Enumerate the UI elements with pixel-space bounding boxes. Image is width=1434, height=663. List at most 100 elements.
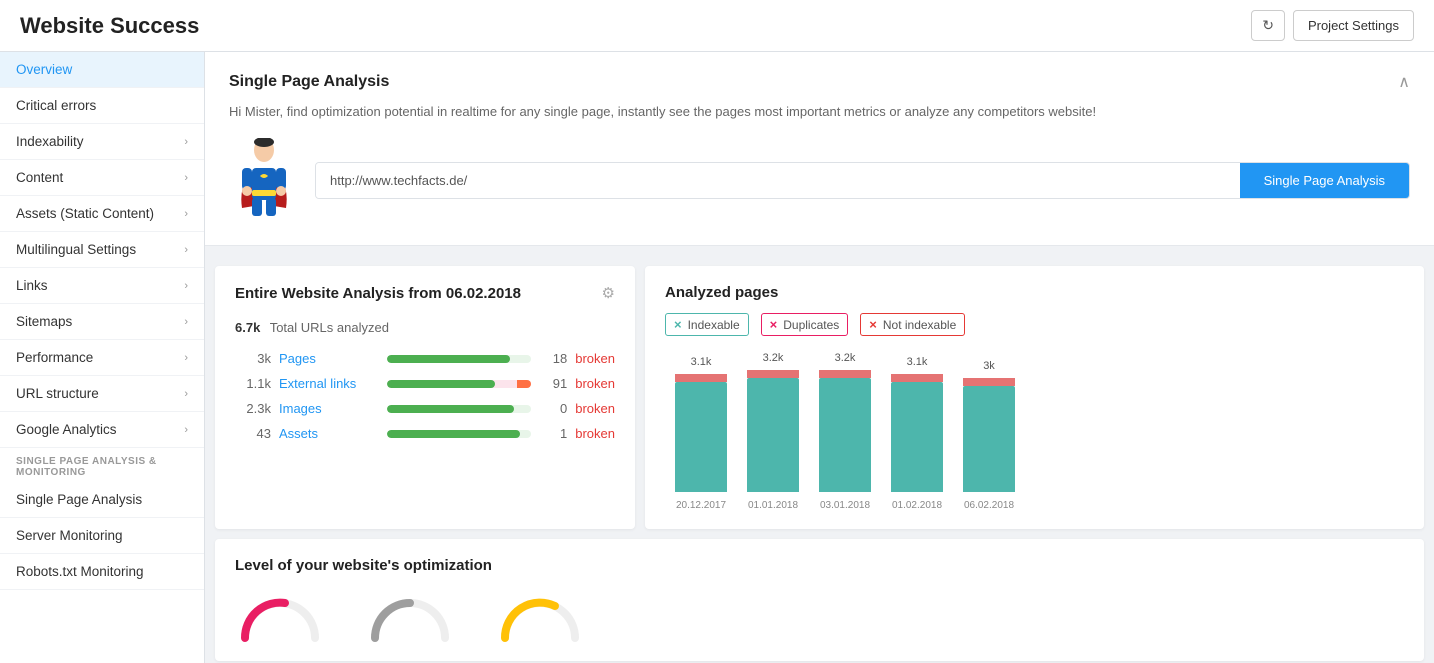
bar-date: 01.01.2018: [748, 500, 798, 511]
sidebar-item-label: Google Analytics: [16, 422, 117, 437]
legend-label: Indexable: [688, 318, 740, 332]
chevron-down-icon: ›: [184, 316, 188, 328]
stat-row-assets: 43 Assets 1 broken: [235, 426, 615, 441]
main-content: Single Page Analysis ∧ Hi Mister, find o…: [205, 52, 1434, 663]
bar-teal: [963, 386, 1015, 492]
sidebar-item-links[interactable]: Links ›: [0, 268, 204, 304]
chevron-down-icon: ›: [184, 352, 188, 364]
project-settings-button[interactable]: Project Settings: [1293, 10, 1414, 41]
stat-images-link[interactable]: Images: [279, 401, 379, 416]
bar-col-1: 3.1k 20.12.2017: [675, 356, 727, 511]
section-title: Single Page Analysis: [229, 73, 389, 91]
bar-col-5: 3k 06.02.2018: [963, 360, 1015, 511]
sidebar-item-critical-errors[interactable]: Critical errors: [0, 88, 204, 124]
two-column-section: Entire Website Analysis from 06.02.2018 …: [205, 256, 1434, 539]
stat-assets-link[interactable]: Assets: [279, 426, 379, 441]
refresh-button[interactable]: ↻: [1251, 10, 1285, 41]
bar-label: 3.1k: [907, 356, 928, 368]
bar-label: 3.2k: [835, 352, 856, 364]
sidebar-item-overview[interactable]: Overview: [0, 52, 204, 88]
bar-date: 06.02.2018: [964, 500, 1014, 511]
single-page-analysis-card: Single Page Analysis ∧ Hi Mister, find o…: [205, 52, 1434, 246]
legend-label: Duplicates: [783, 318, 839, 332]
sidebar-item-robots-monitoring[interactable]: Robots.txt Monitoring: [0, 554, 204, 590]
sidebar-item-label: Single Page Analysis: [16, 492, 142, 507]
broken-link[interactable]: broken: [575, 376, 615, 391]
stat-num: 43: [235, 426, 271, 441]
stat-row-images: 2.3k Images 0 broken: [235, 401, 615, 416]
legend-x-icon: ×: [770, 317, 778, 332]
stat-bar: [387, 380, 531, 388]
header-actions: ↻ Project Settings: [1251, 10, 1414, 41]
gauge-2: [365, 588, 455, 643]
legend-duplicates[interactable]: × Duplicates: [761, 313, 849, 336]
bar-teal: [675, 382, 727, 492]
analyzed-pages-card: Analyzed pages × Indexable × Duplicates …: [645, 266, 1424, 529]
broken-num: 1: [539, 426, 567, 441]
sidebar-item-google-analytics[interactable]: Google Analytics ›: [0, 412, 204, 448]
bar-label: 3.2k: [763, 352, 784, 364]
analyzed-pages-title: Analyzed pages: [665, 284, 1404, 301]
stat-bar: [387, 430, 531, 438]
legend-not-indexable[interactable]: × Not indexable: [860, 313, 965, 336]
broken-link[interactable]: broken: [575, 401, 615, 416]
sidebar-item-label: Server Monitoring: [16, 528, 123, 543]
sidebar-item-single-page-analysis[interactable]: Single Page Analysis: [0, 482, 204, 518]
bar-date: 03.01.2018: [820, 500, 870, 511]
stat-bar: [387, 405, 531, 413]
bar-red: [675, 374, 727, 382]
bar-teal: [819, 378, 871, 492]
stat-pages-link[interactable]: Pages: [279, 351, 379, 366]
broken-link[interactable]: broken: [575, 426, 615, 441]
sidebar-item-url-structure[interactable]: URL structure ›: [0, 376, 204, 412]
sidebar-item-multilingual[interactable]: Multilingual Settings ›: [0, 232, 204, 268]
stat-row-pages: 3k Pages 18 broken: [235, 351, 615, 366]
sidebar: Overview Critical errors Indexability › …: [0, 52, 205, 663]
sidebar-section-label: SINGLE PAGE ANALYSIS & MONITORING: [0, 448, 204, 482]
sidebar-item-label: URL structure: [16, 386, 99, 401]
gauge-1: [235, 588, 325, 643]
gauge-svg-3: [495, 588, 585, 643]
bar-teal: [747, 378, 799, 492]
stat-num: 2.3k: [235, 401, 271, 416]
sidebar-item-performance[interactable]: Performance ›: [0, 340, 204, 376]
stat-extlinks-link[interactable]: External links: [279, 376, 379, 391]
sidebar-item-server-monitoring[interactable]: Server Monitoring: [0, 518, 204, 554]
total-urls-label: Total URLs analyzed: [270, 320, 389, 335]
chevron-down-icon: ›: [184, 208, 188, 220]
bar-chart: 3.1k 20.12.2017 3.2k: [665, 352, 1404, 511]
gear-icon[interactable]: ⚙: [602, 284, 615, 302]
legend-indexable[interactable]: × Indexable: [665, 313, 749, 336]
bar-col-2: 3.2k 01.01.2018: [747, 352, 799, 511]
sidebar-item-indexability[interactable]: Indexability ›: [0, 124, 204, 160]
sidebar-item-label: Assets (Static Content): [16, 206, 154, 221]
website-analysis-card: Entire Website Analysis from 06.02.2018 …: [215, 266, 635, 529]
bar-teal: [891, 382, 943, 492]
sidebar-item-sitemaps[interactable]: Sitemaps ›: [0, 304, 204, 340]
chevron-down-icon: ›: [184, 424, 188, 436]
bar-col-3: 3.2k 03.01.2018: [819, 352, 871, 511]
section-description: Hi Mister, find optimization potential i…: [229, 104, 1410, 119]
stat-num: 3k: [235, 351, 271, 366]
broken-num: 0: [539, 401, 567, 416]
spa-row: Single Page Analysis: [229, 135, 1410, 225]
bar-date: 01.02.2018: [892, 500, 942, 511]
collapse-button[interactable]: ∧: [1398, 72, 1410, 92]
sidebar-item-label: Robots.txt Monitoring: [16, 564, 144, 579]
stat-bar: [387, 355, 531, 363]
optimization-section: Level of your website's optimization: [215, 539, 1424, 661]
broken-link[interactable]: broken: [575, 351, 615, 366]
sidebar-item-label: Multilingual Settings: [16, 242, 136, 257]
chevron-down-icon: ›: [184, 136, 188, 148]
sidebar-item-content[interactable]: Content ›: [0, 160, 204, 196]
app-title: Website Success: [20, 13, 199, 39]
chevron-down-icon: ›: [184, 280, 188, 292]
spa-analyze-button[interactable]: Single Page Analysis: [1240, 163, 1409, 198]
sidebar-item-assets[interactable]: Assets (Static Content) ›: [0, 196, 204, 232]
spa-url-input[interactable]: [316, 163, 1240, 198]
bar-label: 3.1k: [691, 356, 712, 368]
legend-label: Not indexable: [883, 318, 956, 332]
sidebar-item-label: Content: [16, 170, 63, 185]
section-header: Single Page Analysis ∧: [229, 72, 1410, 92]
bar-label: 3k: [983, 360, 995, 372]
